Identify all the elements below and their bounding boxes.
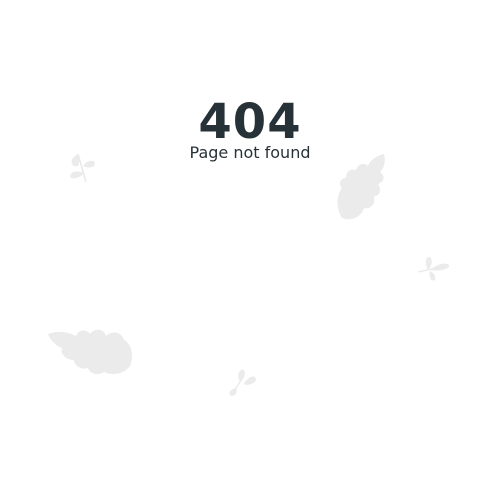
- leaf-icon: [226, 364, 260, 398]
- leaf-icon: [46, 326, 136, 378]
- leaf-icon: [416, 254, 452, 284]
- not-found-page: 404 Page not found: [0, 0, 500, 500]
- error-message: Page not found: [189, 143, 311, 162]
